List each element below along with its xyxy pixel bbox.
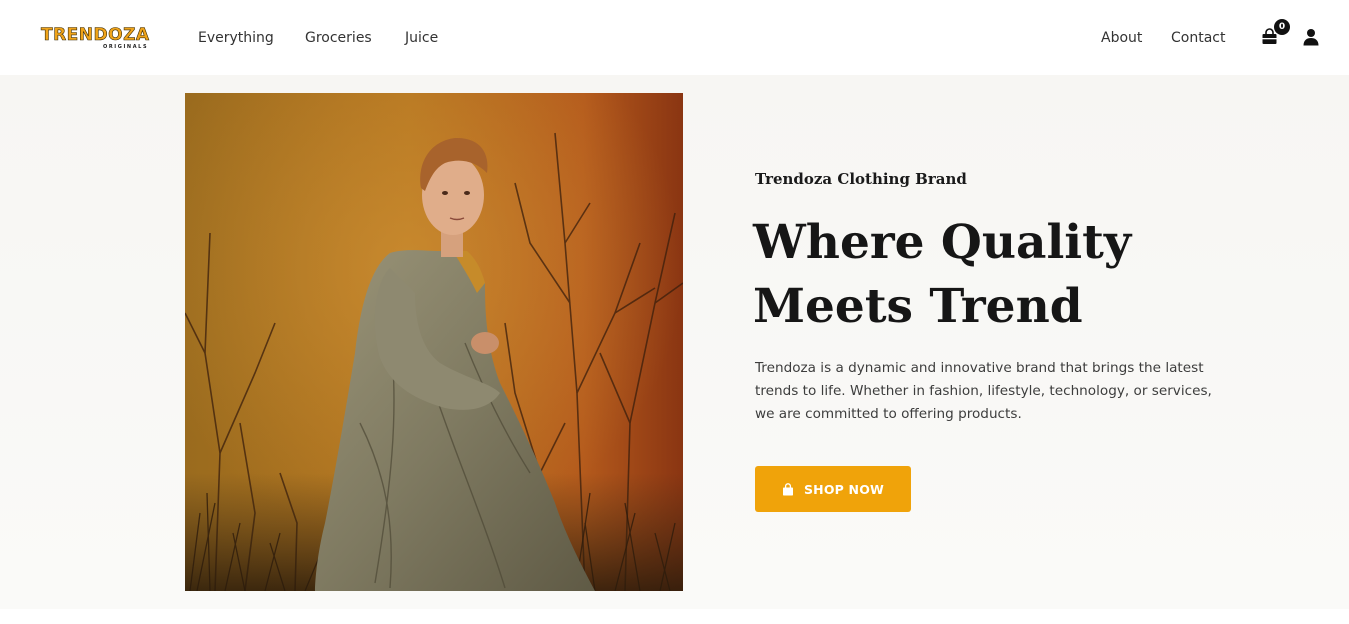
- hero-eyebrow: Trendoza Clothing Brand: [755, 170, 967, 188]
- shopping-bag-icon: [782, 482, 793, 495]
- nav-link-about[interactable]: About: [1101, 29, 1142, 47]
- hero-section: Trendoza Clothing Brand Where Quality Me…: [0, 75, 1349, 609]
- account-button[interactable]: [1302, 28, 1320, 46]
- cart-count-badge: 0: [1274, 19, 1290, 35]
- nav-link-groceries[interactable]: Groceries: [305, 29, 372, 47]
- logo-wordmark: TRENDOZA: [41, 25, 150, 46]
- brand-logo[interactable]: TRENDOZA ORIGINALS: [41, 25, 151, 53]
- nav-link-everything[interactable]: Everything: [198, 29, 274, 47]
- logo-tagline: ORIGINALS: [103, 44, 149, 50]
- site-header: TRENDOZA ORIGINALS Everything Groceries …: [0, 0, 1349, 75]
- user-icon: [1303, 29, 1319, 46]
- hero-headline: Where Quality Meets Trend: [753, 215, 1132, 334]
- shop-now-button[interactable]: SHOP NOW: [755, 466, 911, 512]
- shop-now-label: SHOP NOW: [803, 481, 885, 497]
- nav-link-juice[interactable]: Juice: [405, 29, 438, 47]
- hero-image: [185, 93, 683, 591]
- hero-description: Trendoza is a dynamic and innovative bra…: [755, 360, 1212, 422]
- nav-link-contact[interactable]: Contact: [1171, 29, 1225, 47]
